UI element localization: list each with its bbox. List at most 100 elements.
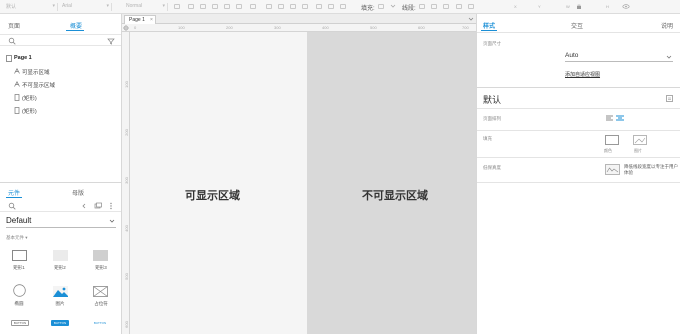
style-dropdown[interactable]: 默认 xyxy=(6,3,58,11)
ruler-tick: 200 xyxy=(123,129,129,136)
font-weight-dropdown[interactable]: Normal xyxy=(126,3,168,11)
align-center-icon[interactable] xyxy=(278,4,284,9)
tab-outline[interactable]: 概要 xyxy=(70,21,82,30)
line-style-icon[interactable] xyxy=(443,4,449,9)
font-dropdown[interactable]: Arial xyxy=(62,3,112,11)
widget-label: 图片 xyxy=(55,301,65,306)
more-options-icon[interactable] xyxy=(108,202,114,210)
page-icon xyxy=(6,55,12,62)
add-adaptive-view-link[interactable]: 添加自适应视图 xyxy=(565,71,600,78)
text-color-icon[interactable] xyxy=(236,4,242,9)
width-field[interactable]: W xyxy=(566,4,570,9)
hidden-icon[interactable] xyxy=(622,4,630,9)
chevron-down-icon[interactable] xyxy=(666,55,672,60)
ellipse-icon[interactable] xyxy=(13,284,26,297)
divider xyxy=(477,130,680,131)
horizontal-ruler: 0 100 200 300 400 500 600 700 xyxy=(122,24,476,32)
underline-icon[interactable] xyxy=(212,4,218,9)
image-icon[interactable] xyxy=(53,286,68,297)
page-tab-strip: Page 1 × xyxy=(122,14,476,24)
line-color-picker[interactable] xyxy=(419,4,425,9)
tab-style[interactable]: 样式 xyxy=(483,21,495,30)
ruler-tick: 400 xyxy=(123,225,129,232)
y-coordinate-field[interactable]: Y xyxy=(538,4,541,9)
bold-icon[interactable] xyxy=(188,4,194,9)
fill-color-picker[interactable] xyxy=(378,4,384,9)
ruler-tick: 100 xyxy=(178,25,185,30)
height-field[interactable]: H xyxy=(606,4,609,9)
tree-item-visible-area[interactable]: 可显示区域 xyxy=(22,68,50,76)
filter-icon[interactable] xyxy=(107,37,115,45)
left-panel: 页面 概要 Page 1 可显示区域 不可显示区域 (矩形) (矩形) 元件 母… xyxy=(0,14,122,334)
align-left-icon[interactable] xyxy=(606,115,614,121)
tree-item-rectangle-1[interactable]: (矩形) xyxy=(22,94,37,102)
ruler-tick: 0 xyxy=(134,25,137,30)
active-tab-indicator xyxy=(481,30,497,31)
low-fidelity-description: 降低线段宽度以专注于用户体验 xyxy=(624,164,678,175)
section-title[interactable]: 基本元件 ▾ xyxy=(6,235,28,241)
tree-item-rectangle-2[interactable]: (矩形) xyxy=(22,107,37,115)
tree-page-1[interactable]: Page 1 xyxy=(14,55,32,61)
search-icon[interactable] xyxy=(8,202,16,210)
style-name[interactable]: 默认 xyxy=(483,93,501,106)
widget-box-2[interactable] xyxy=(53,250,68,261)
library-dropdown[interactable]: Default xyxy=(6,216,116,228)
widget-box-3[interactable] xyxy=(93,250,108,261)
italic-icon[interactable] xyxy=(200,4,206,9)
panel-divider xyxy=(0,182,121,183)
search-icon[interactable] xyxy=(8,37,16,45)
line-width-icon[interactable] xyxy=(431,4,437,9)
fill-color-label: 颜色 xyxy=(604,148,612,153)
low-fidelity-toggle-icon[interactable] xyxy=(605,164,620,175)
chevron-down-icon[interactable] xyxy=(109,219,115,224)
fill-image-icon[interactable] xyxy=(633,135,647,145)
collapse-icon[interactable] xyxy=(80,202,88,210)
placeholder-icon[interactable] xyxy=(93,286,108,297)
link-button-widget[interactable]: BUTTON xyxy=(91,320,109,326)
page-tab[interactable]: Page 1 × xyxy=(124,15,156,24)
widget-label: 占位符 xyxy=(94,301,108,306)
button-widget[interactable]: BUTTON xyxy=(11,320,29,326)
widget-box-1[interactable] xyxy=(12,250,27,261)
tab-pages[interactable]: 页面 xyxy=(8,21,20,30)
valign-bottom-icon[interactable] xyxy=(340,4,346,9)
primary-button-widget[interactable]: BUTTON xyxy=(51,320,69,326)
divider xyxy=(477,87,680,88)
align-right-icon[interactable] xyxy=(290,4,296,9)
tab-masters[interactable]: 母版 xyxy=(72,188,84,197)
ruler-tick: 600 xyxy=(418,25,425,30)
text-widget-icon xyxy=(14,81,20,87)
add-library-icon[interactable] xyxy=(94,202,102,210)
tree-item-invisible-area[interactable]: 不可显示区域 xyxy=(22,81,55,89)
align-justify-icon[interactable] xyxy=(302,4,308,9)
page-size-dropdown[interactable]: Auto xyxy=(565,52,673,62)
bullet-list-icon[interactable] xyxy=(250,4,256,9)
strike-icon[interactable] xyxy=(224,4,230,9)
tab-interactions[interactable]: 交互 xyxy=(571,21,583,30)
chevron-down-icon[interactable] xyxy=(390,4,396,9)
fill-label: 填充: xyxy=(361,6,375,12)
font-size-icon[interactable] xyxy=(174,4,180,9)
close-icon[interactable]: × xyxy=(150,17,153,23)
align-left-icon[interactable] xyxy=(266,4,272,9)
lock-ratio-icon[interactable] xyxy=(576,4,582,9)
x-coordinate-field[interactable]: X xyxy=(514,4,517,9)
ruler-tick: 600 xyxy=(123,321,129,328)
arrow-style-icon[interactable] xyxy=(456,4,462,9)
align-center-icon[interactable] xyxy=(616,115,624,121)
visible-area-rectangle[interactable]: 可显示区域 xyxy=(130,32,307,334)
arrow-end-icon[interactable] xyxy=(468,4,474,9)
active-tab-indicator xyxy=(66,30,84,31)
line-label: 线段: xyxy=(402,6,416,12)
tab-notes[interactable]: 说明 xyxy=(661,21,673,30)
tab-widgets[interactable]: 元件 xyxy=(8,188,20,197)
invisible-area-rectangle[interactable]: 不可显示区域 xyxy=(307,32,476,334)
fill-label: 填充 xyxy=(483,136,492,141)
valign-top-icon[interactable] xyxy=(316,4,322,9)
fill-color-swatch[interactable] xyxy=(605,135,619,145)
tab-list-icon[interactable] xyxy=(468,16,474,22)
fill-image-label: 图片 xyxy=(634,148,642,153)
ruler-tick: 200 xyxy=(226,25,233,30)
edit-style-icon[interactable] xyxy=(666,95,674,102)
valign-middle-icon[interactable] xyxy=(328,4,334,9)
